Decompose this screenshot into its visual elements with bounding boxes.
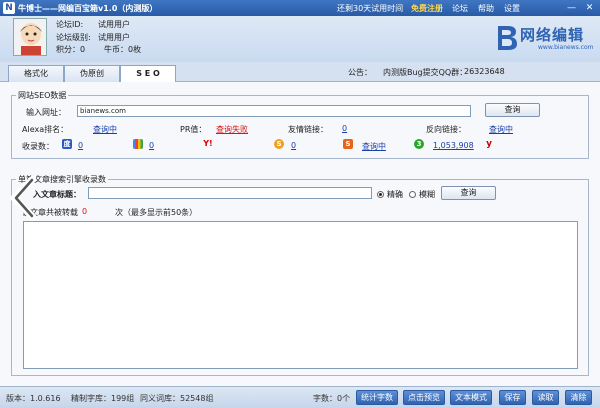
baidu-icon: 度 [62, 139, 72, 149]
dict-text: 精制字库：199组 [71, 394, 135, 403]
forum-id-value: 试用用户 [98, 20, 130, 29]
menu-settings[interactable]: 设置 [504, 3, 520, 14]
menu-forum[interactable]: 论坛 [452, 3, 468, 14]
backlinks-label: 反向链接： [426, 125, 466, 134]
announcement-label: 公告： [348, 68, 372, 77]
backlinks-value[interactable]: 查询中 [489, 124, 513, 135]
yahoo-icon: Y! [203, 139, 213, 148]
announcement-qq: 26323648 [464, 67, 505, 76]
load-button[interactable]: 读取 [532, 390, 559, 405]
radio-exact[interactable] [377, 191, 384, 198]
status-bar: 版本：1.0.616 精制字库：199组 同义词库：52548组 字数： 0个 … [0, 386, 600, 408]
article-query-button[interactable]: 查询 [441, 186, 496, 200]
minimize-button[interactable]: — [565, 2, 578, 14]
forum-level-value: 试用用户 [98, 33, 130, 42]
logo-url: www.bianews.com [538, 44, 594, 51]
repost-count: 0 [82, 207, 88, 216]
forum-id-label: 论坛ID: [56, 20, 84, 29]
announcement-text: 内测版Bug提交QQ群： [383, 68, 468, 77]
tab-bar: 格式化 伪原创 S E O [0, 62, 600, 83]
friend-links-value[interactable]: 0 [342, 124, 347, 133]
clear-button[interactable]: 清除 [565, 390, 592, 405]
version-text: 版本：1.0.616 [6, 394, 61, 403]
back-arrow-icon[interactable] [10, 174, 38, 222]
site-query-button[interactable]: 查询 [485, 103, 540, 117]
baidu-indexed-value[interactable]: 0 [78, 141, 83, 150]
youdao-icon: y [486, 139, 492, 149]
pr-value[interactable]: 查询失败 [216, 124, 248, 135]
brand-logo: 网络编辑 www.bianews.com [496, 22, 596, 54]
tab-seo[interactable]: S E O [120, 65, 176, 83]
register-link[interactable]: 免费注册 [411, 3, 443, 14]
article-title-label: 入文章标题： [33, 190, 81, 199]
forum-level-label: 论坛级别: [56, 33, 91, 42]
radio-exact-label: 精确 [387, 190, 403, 199]
alexa-value[interactable]: 查询中 [93, 124, 117, 135]
avatar [13, 18, 47, 56]
app-title: 牛博士——网编百宝箱v1.0（内测版） [18, 4, 158, 13]
word-count-label: 字数： [313, 394, 337, 403]
word-count-value: 0个 [337, 394, 351, 403]
url-input[interactable]: bianews.com [77, 105, 471, 117]
360-indexed-value[interactable]: 1,053,908 [433, 141, 474, 150]
logo-text: 网络编辑 [520, 26, 585, 44]
tab-format[interactable]: 格式化 [8, 65, 64, 82]
synonyms-text: 同义词库：52548组 [140, 394, 214, 403]
soso-indexed-value[interactable]: 查询中 [362, 141, 386, 152]
menu-help[interactable]: 帮助 [478, 3, 494, 14]
tab-pseudo-original[interactable]: 伪原创 [64, 65, 120, 82]
preview-button[interactable]: 点击预览 [403, 390, 445, 405]
radio-fuzzy[interactable] [409, 191, 416, 198]
indexed-label: 收录数： [22, 142, 54, 151]
sogou-indexed-value[interactable]: 0 [291, 141, 296, 150]
google-indexed-value[interactable]: 0 [149, 141, 154, 150]
pr-label: PR值： [180, 125, 207, 134]
text-mode-button[interactable]: 文本模式 [450, 390, 492, 405]
site-seo-group-title: 网站SEO数据 [16, 90, 69, 101]
google-icon [133, 139, 143, 149]
sogou-icon: S [274, 139, 284, 149]
360-icon: 3 [414, 139, 424, 149]
repost-suffix: 次（最多显示前50条） [115, 208, 198, 217]
url-label: 输入网址： [26, 108, 66, 117]
count-words-button[interactable]: 统计字数 [356, 390, 398, 405]
save-button[interactable]: 保存 [499, 390, 526, 405]
results-list[interactable] [23, 221, 578, 369]
friend-links-label: 友情链接： [288, 125, 328, 134]
radio-fuzzy-label: 模糊 [419, 190, 435, 199]
trial-remaining-text: 还剩30天试用时间 [337, 4, 404, 13]
title-bar: N 牛博士——网编百宝箱v1.0（内测版） 还剩30天试用时间 免费注册 论坛 … [0, 0, 600, 16]
user-header: 论坛ID: 试用用户 论坛级别: 试用用户 积分：0 牛币：0枚 网络编辑 ww… [0, 16, 600, 62]
article-title-input[interactable] [88, 187, 372, 199]
close-button[interactable]: ✕ [583, 2, 596, 14]
alexa-label: Alexa排名： [22, 125, 69, 134]
coins-text: 牛币：0枚 [104, 45, 142, 54]
app-icon: N [3, 2, 15, 14]
points-text: 积分：0 [56, 45, 86, 54]
soso-icon: S [343, 139, 353, 149]
